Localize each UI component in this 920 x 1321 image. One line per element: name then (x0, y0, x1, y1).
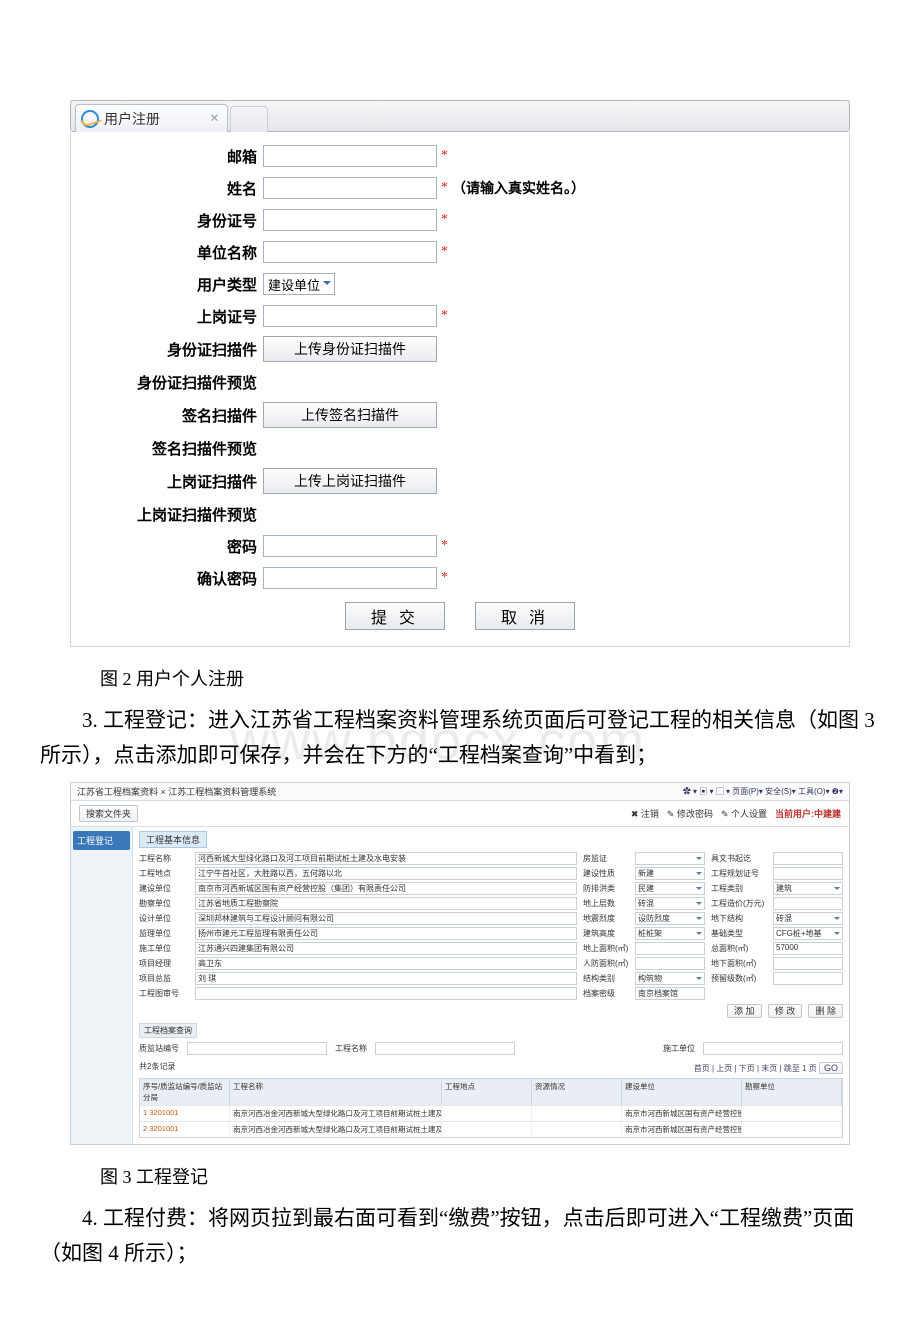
idnum-input[interactable] (263, 209, 437, 231)
email-label: 邮箱 (83, 146, 263, 167)
upload-idscan-button[interactable]: 上传身份证扫描件 (263, 336, 437, 362)
required-mark: * (441, 570, 448, 586)
table-row[interactable]: 1 3201001 南京河西冶金河西新城大型绿化路口及河工项目前期试桩土建及水电… (140, 1105, 842, 1121)
cert-input[interactable] (263, 305, 437, 327)
submit-button[interactable]: 提 交 (345, 602, 445, 630)
pager-total: 共2条记录 (139, 1061, 175, 1072)
new-tab-button[interactable] (230, 106, 268, 132)
upload-signscan-button[interactable]: 上传签名扫描件 (263, 402, 437, 428)
results-table: 序号/质监站编号/质监站分局 工程名称 工程地点 资源情况 建设单位 勘察单位 … (139, 1078, 843, 1138)
signscan-label: 签名扫描件 (83, 405, 263, 426)
nav-item-register[interactable]: 工程登记 (73, 831, 130, 850)
project-register-screenshot: 江苏省工程档案资料 × 江苏工程档案资料管理系统 ✿ ▾ ▣ ▾ ▢ ▾ 页面(… (70, 782, 850, 1145)
certscan-label: 上岗证扫描件 (83, 471, 263, 492)
personal-settings-link[interactable]: ✎ 个人设置 (721, 807, 767, 820)
go-button[interactable]: GO (819, 1062, 843, 1074)
signscan-preview-label: 签名扫描件预览 (83, 438, 263, 459)
name-label: 姓名 (83, 178, 263, 199)
required-mark: * (441, 180, 448, 196)
search-folder-button[interactable]: 搜索文件夹 (79, 805, 138, 822)
paragraph-3: 3. 工程登记：进入江苏省工程档案资料管理系统页面后可登记工程的相关信息（如图 … (40, 703, 880, 772)
breadcrumb: 江苏省工程档案资料 × 江苏工程档案资料管理系统 (77, 785, 276, 798)
figure-2-caption: 图 2 用户个人注册 (100, 665, 880, 691)
idscan-label: 身份证扫描件 (83, 339, 263, 360)
q-builder-input[interactable] (703, 1042, 843, 1055)
pager-links[interactable]: 首页 | 上页 | 下页 | 末页 | 跳至 1 页 GO (694, 1063, 843, 1074)
required-mark: * (441, 212, 448, 228)
delete-button[interactable]: 删 除 (808, 1004, 843, 1018)
usertype-label: 用户类型 (83, 274, 263, 295)
name-input[interactable] (263, 177, 437, 199)
paragraph-4: 4. 工程付费：将网页拉到最右面可看到“缴费”按钮，点击后即可进入“工程缴费”页… (40, 1201, 880, 1270)
q-proj-input[interactable] (375, 1042, 515, 1055)
certscan-preview-label: 上岗证扫描件预览 (83, 504, 263, 525)
org-input[interactable] (263, 241, 437, 263)
required-mark: * (441, 308, 448, 324)
project-form-grid: 工程名称河西新城大型绿化路口及河工项目前期试桩土建及水电安装 房监证 具文书起讫… (139, 852, 843, 1000)
current-user: 当前用户:中建建 (775, 807, 841, 820)
tab-title: 用户注册 (104, 109, 160, 129)
password-label: 密码 (83, 536, 263, 557)
org-label: 单位名称 (83, 242, 263, 263)
figure-3-caption: 图 3 工程登记 (100, 1163, 880, 1189)
proj-name-input[interactable]: 河西新城大型绿化路口及河工项目前期试桩土建及水电安装 (195, 852, 577, 865)
usertype-value: 建设单位 (268, 275, 320, 294)
required-mark: * (441, 244, 448, 260)
cert-select[interactable] (635, 852, 705, 865)
cancel-button[interactable]: 取 消 (475, 602, 575, 630)
upload-certscan-button[interactable]: 上传上岗证扫描件 (263, 468, 437, 494)
close-icon[interactable]: × (210, 110, 219, 128)
side-nav: 工程登记 (71, 827, 133, 1144)
ie-icon (82, 111, 98, 127)
name-hint: （请输入真实姓名。） (452, 178, 585, 198)
registration-form: 邮箱 * 姓名 * （请输入真实姓名。） 身份证号 * 单位名称 * 用户类型 … (70, 132, 850, 647)
idscan-preview-label: 身份证扫描件预览 (83, 372, 263, 393)
edit-button[interactable]: 修 改 (768, 1004, 803, 1018)
browser-tab-bar: 用户注册 × (70, 100, 850, 132)
logout-link[interactable]: ✖ 注销 (631, 807, 659, 820)
section-title: 工程基本信息 (139, 831, 207, 848)
password2-label: 确认密码 (83, 568, 263, 589)
query-section-title: 工程档案查询 (139, 1023, 197, 1038)
browser-tools: ✿ ▾ ▣ ▾ ▢ ▾ 页面(P)▾ 安全(S)▾ 工具(O)▾ ❷▾ (683, 786, 843, 797)
usertype-select[interactable]: 建设单位 (263, 273, 335, 295)
idnum-label: 身份证号 (83, 210, 263, 231)
change-password-link[interactable]: ✎ 修改密码 (667, 807, 713, 820)
email-input[interactable] (263, 145, 437, 167)
add-button[interactable]: 添 加 (727, 1004, 762, 1018)
password-input[interactable] (263, 535, 437, 557)
table-row[interactable]: 2 3201001 南京河西冶金河西新城大型绿化路口及河工项目前期试桩土建及水电… (140, 1121, 842, 1137)
required-mark: * (441, 148, 448, 164)
q-station-input[interactable] (187, 1042, 327, 1055)
required-mark: * (441, 538, 448, 554)
browser-tab[interactable]: 用户注册 × (75, 104, 228, 132)
password2-input[interactable] (263, 567, 437, 589)
cert-label: 上岗证号 (83, 306, 263, 327)
